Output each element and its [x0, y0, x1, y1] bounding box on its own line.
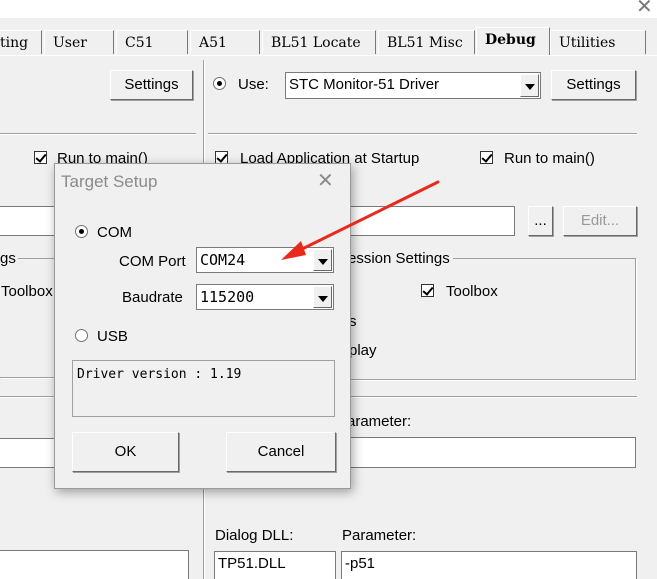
annotation-arrow-icon — [281, 180, 440, 260]
